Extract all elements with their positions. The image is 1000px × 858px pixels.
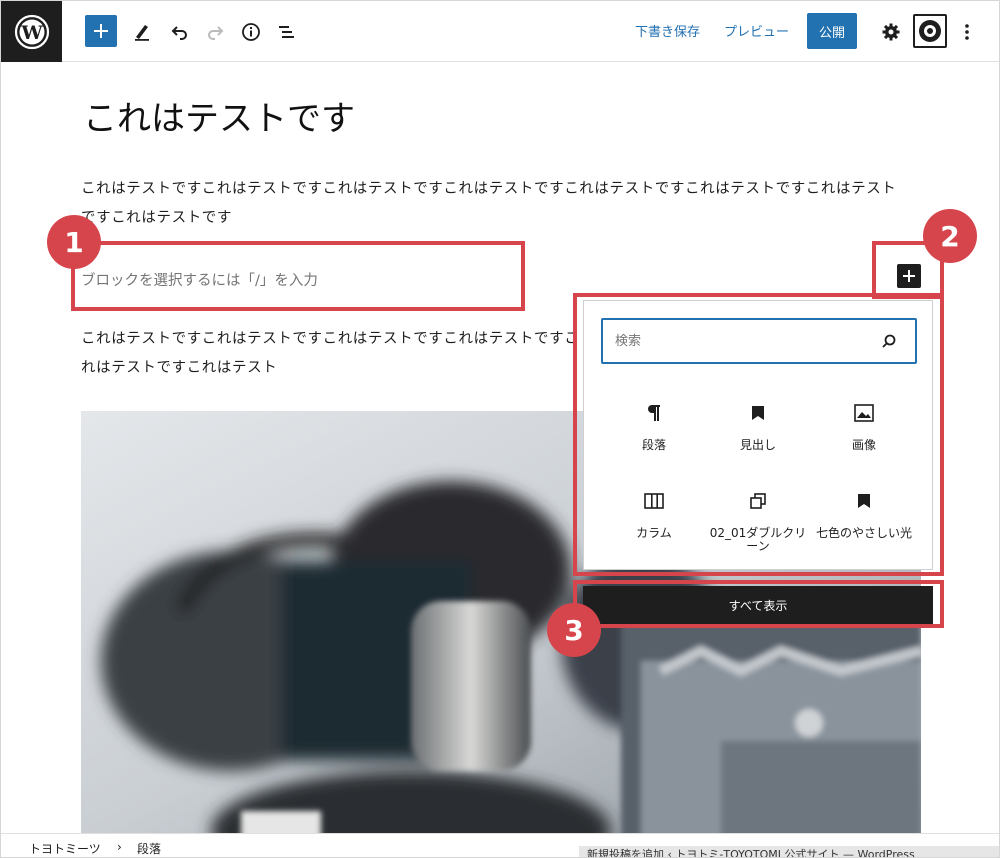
publish-button[interactable]: 公開 — [807, 13, 857, 49]
gear-icon — [882, 23, 900, 41]
tools-button[interactable] — [129, 19, 155, 45]
editor-window: W 下書き保存 プレビュー 公開 これはテストです これはテストですこれはテスト… — [0, 0, 1000, 858]
block-option-reusable[interactable]: 02_01ダブルクリーン — [708, 489, 808, 553]
save-draft-button[interactable]: 下書き保存 — [635, 21, 700, 40]
breadcrumb-root[interactable]: トヨトミーツ — [29, 840, 101, 857]
annotation-badge-3: 3 — [547, 603, 601, 657]
browse-all-button[interactable]: すべて表示 — [583, 586, 933, 624]
details-button[interactable] — [238, 19, 264, 45]
more-options-button[interactable] — [955, 19, 979, 45]
preview-button[interactable]: プレビュー — [724, 21, 789, 40]
block-search-input[interactable] — [615, 330, 865, 352]
block-inserter-toggle[interactable] — [897, 264, 921, 288]
wordpress-logo[interactable]: W — [1, 1, 62, 62]
block-option-pattern[interactable]: 七色のやさしい光 — [814, 489, 914, 540]
breadcrumb-separator-icon: › — [117, 840, 122, 854]
list-view-icon — [279, 26, 294, 38]
add-block-button[interactable] — [85, 15, 117, 47]
redo-button[interactable] — [202, 19, 228, 45]
window-title-tooltip: 新規投稿を追加 ‹ トヨトミ-TOYOTOMI 公式サイト — WordPres… — [579, 846, 999, 857]
pencil-icon — [135, 25, 149, 41]
block-option-image[interactable]: 画像 — [814, 401, 914, 452]
redo-icon — [208, 26, 224, 40]
plus-icon — [903, 270, 915, 282]
block-option-columns[interactable]: カラム — [604, 489, 704, 540]
annotation-badge-2: 2 — [923, 209, 977, 263]
list-view-button[interactable] — [274, 19, 300, 45]
annotation-badge-1: 1 — [47, 215, 101, 269]
editor-header: W 下書き保存 プレビュー 公開 — [1, 1, 999, 62]
block-option-heading[interactable]: 見出し — [708, 401, 808, 452]
bookmark-icon — [858, 494, 870, 508]
columns-icon — [644, 493, 664, 509]
post-title[interactable]: これはテストです — [83, 91, 355, 140]
paragraph-block[interactable]: これはテストですこれはテストですこれはテストですこれはテストですこれはテストです… — [81, 175, 911, 233]
gear-badge-icon — [919, 20, 941, 42]
undo-icon — [171, 26, 187, 40]
image-icon — [854, 404, 874, 422]
annotation-box-1 — [71, 241, 525, 311]
svg-text:W: W — [20, 22, 43, 44]
more-vertical-icon — [965, 24, 969, 40]
block-option-label: 七色のやさしい光 — [815, 526, 912, 540]
reusable-block-icon — [750, 493, 766, 509]
wordpress-icon: W — [14, 14, 49, 49]
plus-icon — [94, 24, 108, 38]
block-search-field[interactable] — [601, 318, 917, 364]
block-option-paragraph[interactable]: 段落 — [604, 401, 704, 452]
search-icon — [882, 334, 896, 348]
breadcrumb-current: 段落 — [137, 842, 162, 856]
paragraph-block[interactable]: これはテストですこれはテストですこれはテストですこれはテストですこれはテストです… — [81, 325, 581, 383]
paragraph-icon — [648, 405, 660, 421]
undo-button[interactable] — [167, 19, 193, 45]
block-option-label: 見出し — [739, 438, 776, 452]
bookmark-icon — [752, 406, 764, 420]
block-option-label: 画像 — [851, 438, 876, 452]
settings-button[interactable] — [878, 19, 904, 45]
block-option-label: カラム — [636, 526, 672, 540]
block-option-label: 02_01ダブルクリーン — [709, 526, 807, 553]
block-option-label: 段落 — [641, 438, 666, 452]
info-icon — [242, 23, 260, 41]
plugin-settings-button[interactable] — [913, 14, 947, 48]
